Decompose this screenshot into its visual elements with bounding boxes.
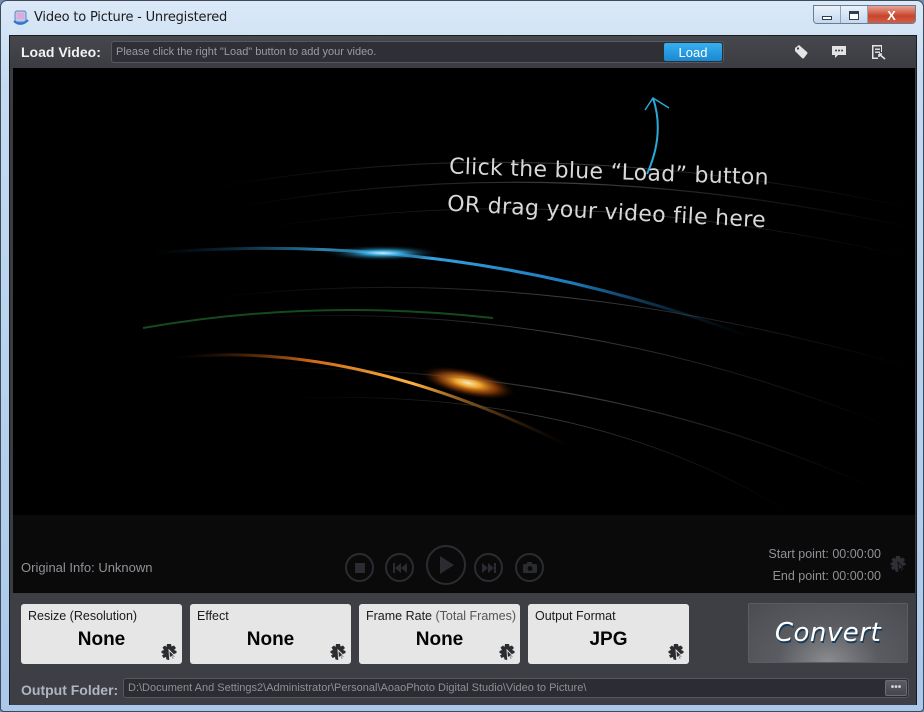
log-icon[interactable]	[870, 44, 886, 60]
maximize-icon	[849, 10, 859, 20]
video-path-input[interactable]	[116, 42, 661, 62]
trim-settings-icon[interactable]	[889, 555, 907, 573]
output-format-label: Output Format	[535, 609, 616, 623]
output-folder-input[interactable]	[128, 679, 878, 697]
camera-icon	[522, 562, 537, 573]
play-button[interactable]	[426, 545, 466, 585]
effect-label: Effect	[197, 609, 229, 623]
load-button[interactable]: Load	[664, 43, 722, 61]
load-video-field: Load	[111, 41, 724, 63]
tag-icon[interactable]	[793, 44, 809, 60]
gear-icon[interactable]	[329, 643, 347, 661]
close-icon: X	[887, 7, 896, 23]
title-bar[interactable]: Video to Picture - Unregistered X	[1, 1, 923, 35]
output-format-label-text: Output Format	[535, 609, 616, 623]
settings-panel: Resize (Resolution) None Effect None Fra…	[10, 593, 916, 705]
frame-rate-setting-card[interactable]: Frame Rate (Total Frames) None	[359, 604, 520, 664]
load-video-label: Load Video:	[21, 44, 101, 60]
play-icon	[440, 556, 454, 574]
frame-rate-sublabel: (Total Frames)	[435, 609, 517, 623]
app-icon	[13, 10, 29, 25]
maximize-button[interactable]	[841, 6, 868, 23]
app-window: Video to Picture - Unregistered X Load V…	[0, 0, 924, 712]
feedback-icon[interactable]	[831, 44, 847, 60]
end-point: End point: 00:00:00	[772, 569, 881, 583]
output-format-setting-card[interactable]: Output Format JPG	[528, 604, 689, 664]
gear-icon[interactable]	[667, 643, 685, 661]
playback-controls: Original Info: Unknown Start point: 00:0…	[13, 515, 915, 593]
close-button[interactable]: X	[868, 6, 915, 23]
minimize-button[interactable]	[814, 6, 841, 23]
frame-rate-label-text: Frame Rate	[366, 609, 432, 623]
effect-setting-card[interactable]: Effect None	[190, 604, 351, 664]
output-folder-field: •••	[123, 678, 909, 698]
resize-setting-card[interactable]: Resize (Resolution) None	[21, 604, 182, 664]
frame-rate-value: None	[415, 629, 464, 650]
gear-icon[interactable]	[160, 643, 178, 661]
video-preview-area[interactable]: Click the blue “Load” button OR drag you…	[13, 68, 915, 515]
convert-button[interactable]: Convert	[748, 603, 908, 663]
original-info: Original Info: Unknown	[21, 560, 153, 575]
previous-button[interactable]	[385, 553, 414, 582]
next-icon	[481, 562, 496, 573]
load-video-bar: Load Video: Load	[10, 36, 916, 68]
window-title: Video to Picture - Unregistered	[34, 10, 228, 25]
next-button[interactable]	[474, 553, 503, 582]
client-area: Load Video: Load	[9, 35, 917, 705]
stop-icon	[354, 562, 365, 573]
resize-label-text: Resize (Resolution)	[28, 609, 138, 623]
output-format-value: JPG	[589, 629, 628, 650]
effect-label-text: Effect	[197, 609, 229, 623]
start-point: Start point: 00:00:00	[768, 547, 881, 561]
convert-label: Convert	[774, 618, 882, 648]
resize-label: Resize (Resolution)	[28, 609, 137, 623]
effect-value: None	[246, 629, 295, 650]
browse-folder-button[interactable]: •••	[885, 680, 907, 696]
snapshot-button[interactable]	[515, 553, 544, 582]
minimize-icon	[822, 16, 832, 20]
gear-icon[interactable]	[498, 643, 516, 661]
previous-icon	[392, 562, 407, 573]
frame-rate-label: Frame Rate (Total Frames)	[366, 609, 516, 623]
preview-background	[142, 161, 914, 515]
caption-buttons: X	[813, 5, 916, 24]
stop-button[interactable]	[345, 553, 374, 582]
resize-value: None	[77, 629, 126, 650]
output-folder-label: Output Folder:	[21, 682, 119, 698]
